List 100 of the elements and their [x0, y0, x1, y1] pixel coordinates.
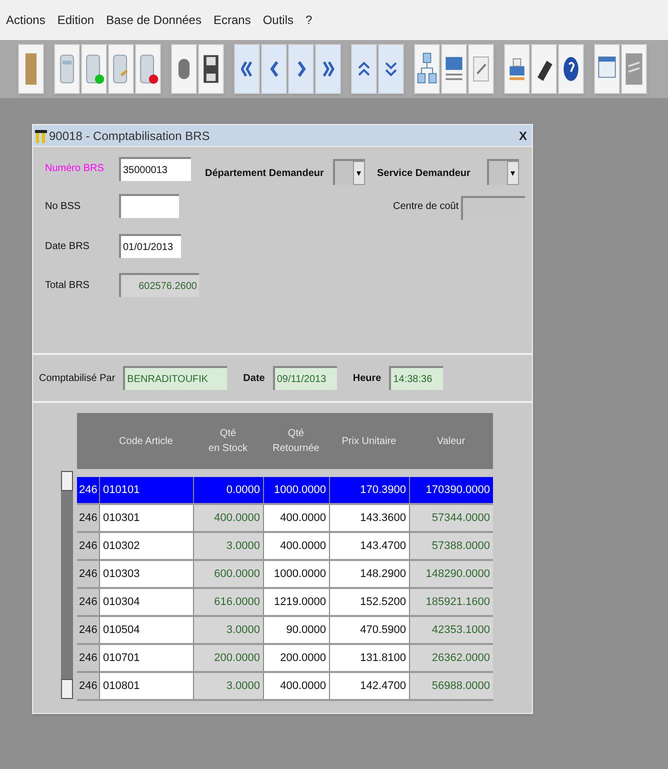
- table-cell-text: 246: [78, 622, 98, 638]
- table-cell: 400.0000: [263, 505, 329, 531]
- table-cell-text: 246: [78, 538, 98, 554]
- table-cell-text: 246: [78, 650, 98, 666]
- table-row[interactable]: 246 010303 600.0000 1000.0000 148.2900 148290.0000: [77, 561, 493, 589]
- menu-item[interactable]: ?: [306, 11, 312, 29]
- field-label: Département Demandeur: [205, 167, 324, 181]
- toolbar-button[interactable]: [531, 44, 557, 94]
- table-cell: 1000.0000: [263, 477, 329, 503]
- table-cell: 1000.0000: [263, 561, 329, 587]
- table-cell: 010504: [99, 617, 193, 643]
- menu-item[interactable]: Outils: [262, 11, 294, 29]
- toolbar-button[interactable]: [558, 44, 584, 94]
- table-row[interactable]: 246 010304 616.0000 1219.0000 152.5200 185921.1600: [77, 589, 493, 617]
- menu-item[interactable]: Ecrans: [213, 11, 251, 29]
- dropdown-field[interactable]: [489, 161, 507, 185]
- table-cell: 010303: [99, 561, 193, 587]
- table-cell: 200.0000: [263, 645, 329, 671]
- table-cell: 400.0000: [263, 673, 329, 699]
- table-row[interactable]: 246 010101 0.0000 1000.0000 170.3900 170390.0000: [77, 477, 493, 505]
- table-cell: 3.0000: [193, 673, 263, 699]
- table-cell: 56988.0000: [409, 673, 493, 699]
- toolbar-button[interactable]: [198, 44, 224, 94]
- table-row[interactable]: 246 010701 200.0000 200.0000 131.8100 26362.0000: [77, 645, 493, 673]
- field-label: Numéro BRS: [45, 162, 104, 176]
- table-cell-text: 246: [78, 678, 98, 694]
- table-cell: 010302: [99, 533, 193, 559]
- table-cell: 57388.0000: [409, 533, 493, 559]
- menu-item[interactable]: Actions: [6, 11, 46, 29]
- scroll-bar[interactable]: [61, 471, 73, 699]
- dropdown-button[interactable]: ▾: [507, 161, 519, 185]
- double-chevron-left-icon: [241, 61, 253, 77]
- input-field[interactable]: BENRADITOUFIK: [123, 366, 228, 390]
- toolbar-button[interactable]: [234, 44, 260, 94]
- double-chevron-down-icon: [385, 62, 397, 76]
- field-label: Service Demandeur: [377, 167, 470, 181]
- table-row[interactable]: 246 010302 3.0000 400.0000 143.4700 57388.0000: [77, 533, 493, 561]
- field-label: No BSS: [45, 200, 81, 214]
- input-field[interactable]: 602576.2600: [119, 273, 199, 297]
- table-cell: 010101: [99, 477, 193, 503]
- toolbar-button[interactable]: [315, 44, 341, 94]
- chevron-left-icon: [270, 61, 278, 77]
- field-label: Centre de coût: [393, 200, 459, 214]
- menu-item[interactable]: Base de Données: [106, 11, 202, 29]
- table-cell: 57344.0000: [409, 505, 493, 531]
- toolbar-button[interactable]: [351, 44, 377, 94]
- table-cell: 010304: [99, 589, 193, 615]
- app-icon: [35, 128, 47, 142]
- double-chevron-right-icon: [322, 61, 334, 77]
- chevron-right-icon: [296, 61, 306, 77]
- field-label: Total BRS: [45, 279, 90, 293]
- input-field[interactable]: 09/11/2013: [272, 366, 337, 390]
- table-cell: 600.0000: [193, 561, 263, 587]
- table-row[interactable]: 246 010801 3.0000 400.0000 142.4700 56988.0000: [77, 673, 493, 701]
- input-field[interactable]: [119, 194, 179, 218]
- table-cell: 0.0000: [193, 477, 263, 503]
- toolbar-button[interactable]: [288, 44, 314, 94]
- table-cell: 131.8100: [329, 645, 409, 671]
- table-cell: 142.4700: [329, 673, 409, 699]
- toolbar-button[interactable]: [378, 44, 404, 94]
- table-cell: 010801: [99, 673, 193, 699]
- dropdown-button[interactable]: ▾: [353, 161, 365, 185]
- table-cell: 010701: [99, 645, 193, 671]
- field-label: Heure: [352, 372, 382, 386]
- table-cell: 1219.0000: [263, 589, 329, 615]
- table-cell: 185921.1600: [409, 589, 493, 615]
- double-chevron-up-icon: [358, 62, 370, 76]
- table-cell-text: 246: [78, 594, 98, 610]
- close-button[interactable]: X: [516, 126, 530, 144]
- table-cell-text: 246: [78, 510, 98, 526]
- table-cell: 26362.0000: [409, 645, 493, 671]
- table-cell: 616.0000: [193, 589, 263, 615]
- table-cell: 148.2900: [329, 561, 409, 587]
- input-field[interactable]: 14:38:36: [389, 366, 444, 390]
- menu-item[interactable]: Edition: [57, 11, 94, 29]
- table-cell: 143.4700: [329, 533, 409, 559]
- field-label: Comptabilisé Par: [39, 372, 116, 386]
- table-cell: 3.0000: [193, 617, 263, 643]
- table-cell: 90.0000: [263, 617, 329, 643]
- table-cell-text: 246: [78, 482, 98, 498]
- table-cell: 200.0000: [193, 645, 263, 671]
- table-cell: 400.0000: [193, 505, 263, 531]
- table-row[interactable]: 246 010301 400.0000 400.0000 143.3600 57344.0000: [77, 505, 493, 533]
- table-cell: 470.5900: [329, 617, 409, 643]
- input-field[interactable]: 01/01/2013: [119, 234, 181, 258]
- table-cell: 143.3600: [329, 505, 409, 531]
- table-cell: 148290.0000: [409, 561, 493, 587]
- window-title: 90018 - Comptabilisation BRS: [49, 128, 210, 144]
- table-cell: 400.0000: [263, 533, 329, 559]
- toolbar-button[interactable]: [261, 44, 287, 94]
- table-cell: 170.3900: [329, 477, 409, 503]
- dropdown-field[interactable]: [335, 161, 353, 185]
- input-field[interactable]: 35000013: [119, 157, 191, 181]
- table-row[interactable]: 246 010504 3.0000 90.0000 470.5900 42353.1000: [77, 617, 493, 645]
- table-cell: 3.0000: [193, 533, 263, 559]
- table-cell: 42353.1000: [409, 617, 493, 643]
- table-cell: 170390.0000: [409, 477, 493, 503]
- table-cell: 010301: [99, 505, 193, 531]
- field-label: Date: [243, 372, 265, 386]
- table-cell: 152.5200: [329, 589, 409, 615]
